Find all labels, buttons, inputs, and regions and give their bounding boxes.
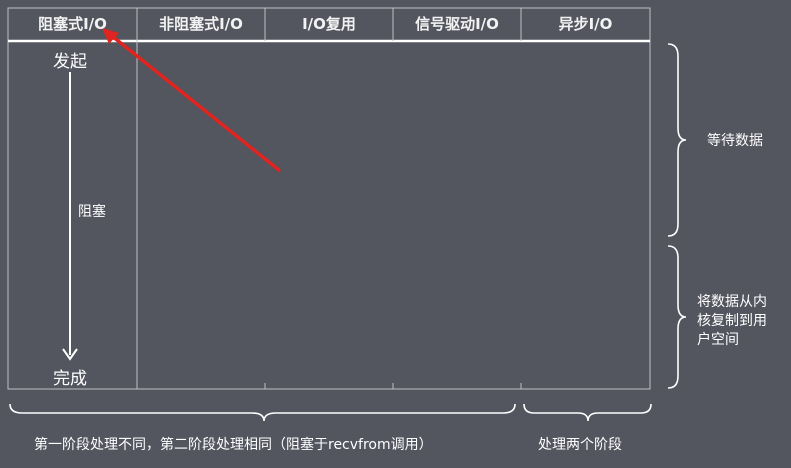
bottom-right-caption: 处理两个阶段 xyxy=(538,437,622,453)
header-async-io: 异步I/O xyxy=(558,15,613,33)
header-blocking-io: 阻塞式I/O xyxy=(38,15,107,33)
brace-wait-data xyxy=(667,43,687,237)
bottom-left-caption: 第一阶段处理不同，第二阶段处理相同（阻塞于recvfrom调用） xyxy=(34,437,433,453)
phase-copy-data-label: 将数据从内 核复制到用 户空间 xyxy=(697,293,767,350)
flow-blocked-label: 阻塞 xyxy=(78,204,106,220)
table-border xyxy=(7,7,651,390)
brace-copy-data xyxy=(667,245,687,389)
header-nonblocking-io: 非阻塞式I/O xyxy=(159,15,243,33)
io-model-diagram: 阻塞式I/O 非阻塞式I/O I/O复用 信号驱动I/O 异步I/O 发起 阻塞… xyxy=(0,0,791,468)
flow-start-label: 发起 xyxy=(53,52,87,72)
flow-complete-label: 完成 xyxy=(53,369,87,389)
diagram-lines xyxy=(7,7,687,422)
brace-bottom-left xyxy=(9,403,516,422)
phase-copy-line-3: 户空间 xyxy=(697,332,739,348)
phase-copy-line-2: 核复制到用 xyxy=(697,313,767,329)
header-signal-driven-io: 信号驱动I/O xyxy=(415,15,499,33)
header-io-multiplexing: I/O复用 xyxy=(302,15,356,33)
phase-copy-line-1: 将数据从内 xyxy=(697,294,767,310)
phase-wait-data-label: 等待数据 xyxy=(707,133,763,149)
brace-bottom-right xyxy=(523,403,652,422)
